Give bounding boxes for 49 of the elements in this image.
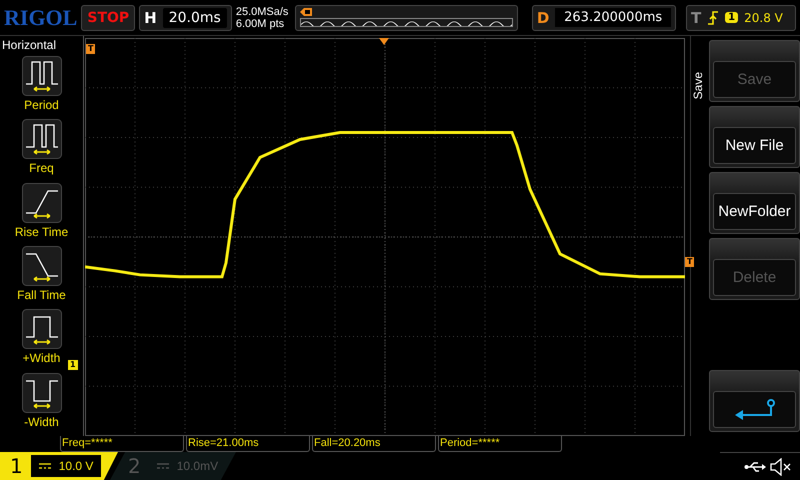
channel-number: 2 (128, 454, 141, 478)
rise-measure-icon[interactable] (22, 182, 62, 223)
trigger-marker: T (86, 44, 96, 54)
delay-value: 263.200000ms (555, 8, 671, 27)
menu-title: Horizontal (1, 37, 58, 54)
delay-label: D (536, 8, 550, 26)
nwidth-measure-icon[interactable] (22, 372, 62, 413)
fall-measure-icon[interactable] (22, 246, 62, 286)
trigger-panel[interactable]: T 1 20.8 V (686, 4, 796, 30)
menu-button[interactable]: New File (713, 127, 796, 164)
speaker-muted-icon[interactable] (770, 458, 792, 476)
freq-measure-icon[interactable] (22, 119, 62, 160)
channel-number: 1 (10, 454, 23, 478)
menu-title: Save (691, 72, 705, 100)
run-state-indicator[interactable]: STOP (81, 4, 136, 30)
channel-scale: 10.0 V (58, 459, 94, 473)
dc-coupling-icon (156, 462, 169, 470)
sample-rate: 25.0MSa/s (236, 6, 290, 18)
return-arrow-icon (732, 398, 776, 420)
measure-label[interactable]: -Width (24, 414, 59, 429)
channel-tab[interactable]: 1 10.0 V (0, 452, 118, 480)
channel-scale: 10.0mV (176, 459, 218, 473)
measure-label[interactable]: Rise Time (14, 224, 68, 239)
period-measure-icon[interactable] (22, 56, 62, 96)
rising-edge-icon (707, 10, 720, 24)
channel-offset-marker[interactable]: 1 (68, 360, 78, 370)
trigger-level: 20.8 V (744, 10, 783, 24)
trigger-source: 1 (725, 12, 738, 23)
usb-icon (744, 460, 766, 472)
measure-label[interactable]: Fall Time (17, 288, 66, 302)
measure-label[interactable]: Period (24, 98, 59, 112)
timebase-value: 20.0ms (162, 8, 227, 28)
menu-button[interactable]: NewFolder (713, 193, 796, 230)
horizontal-label: H (144, 8, 157, 26)
pwidth-measure-icon[interactable] (22, 309, 62, 350)
measure-label[interactable]: +Width (22, 351, 60, 366)
trigger-position-icon (379, 38, 389, 45)
trigger-label: T (690, 8, 702, 26)
measurement-readout: Fall=20.20ms (312, 436, 436, 452)
trigger-position-icon (300, 8, 312, 16)
trigger-level-marker[interactable]: T (685, 257, 694, 267)
memory-depth: 6.00M pts (236, 18, 286, 30)
brand-logo: RIGOL (4, 4, 78, 30)
return-button[interactable] (713, 391, 796, 428)
delay-panel[interactable]: D 263.200000ms (532, 4, 676, 30)
timebase-panel[interactable]: H 20.0ms (139, 4, 232, 30)
dc-coupling-icon (38, 462, 51, 470)
measurement-readout: Period=***** (438, 436, 562, 452)
measure-label[interactable]: Freq (29, 161, 54, 176)
